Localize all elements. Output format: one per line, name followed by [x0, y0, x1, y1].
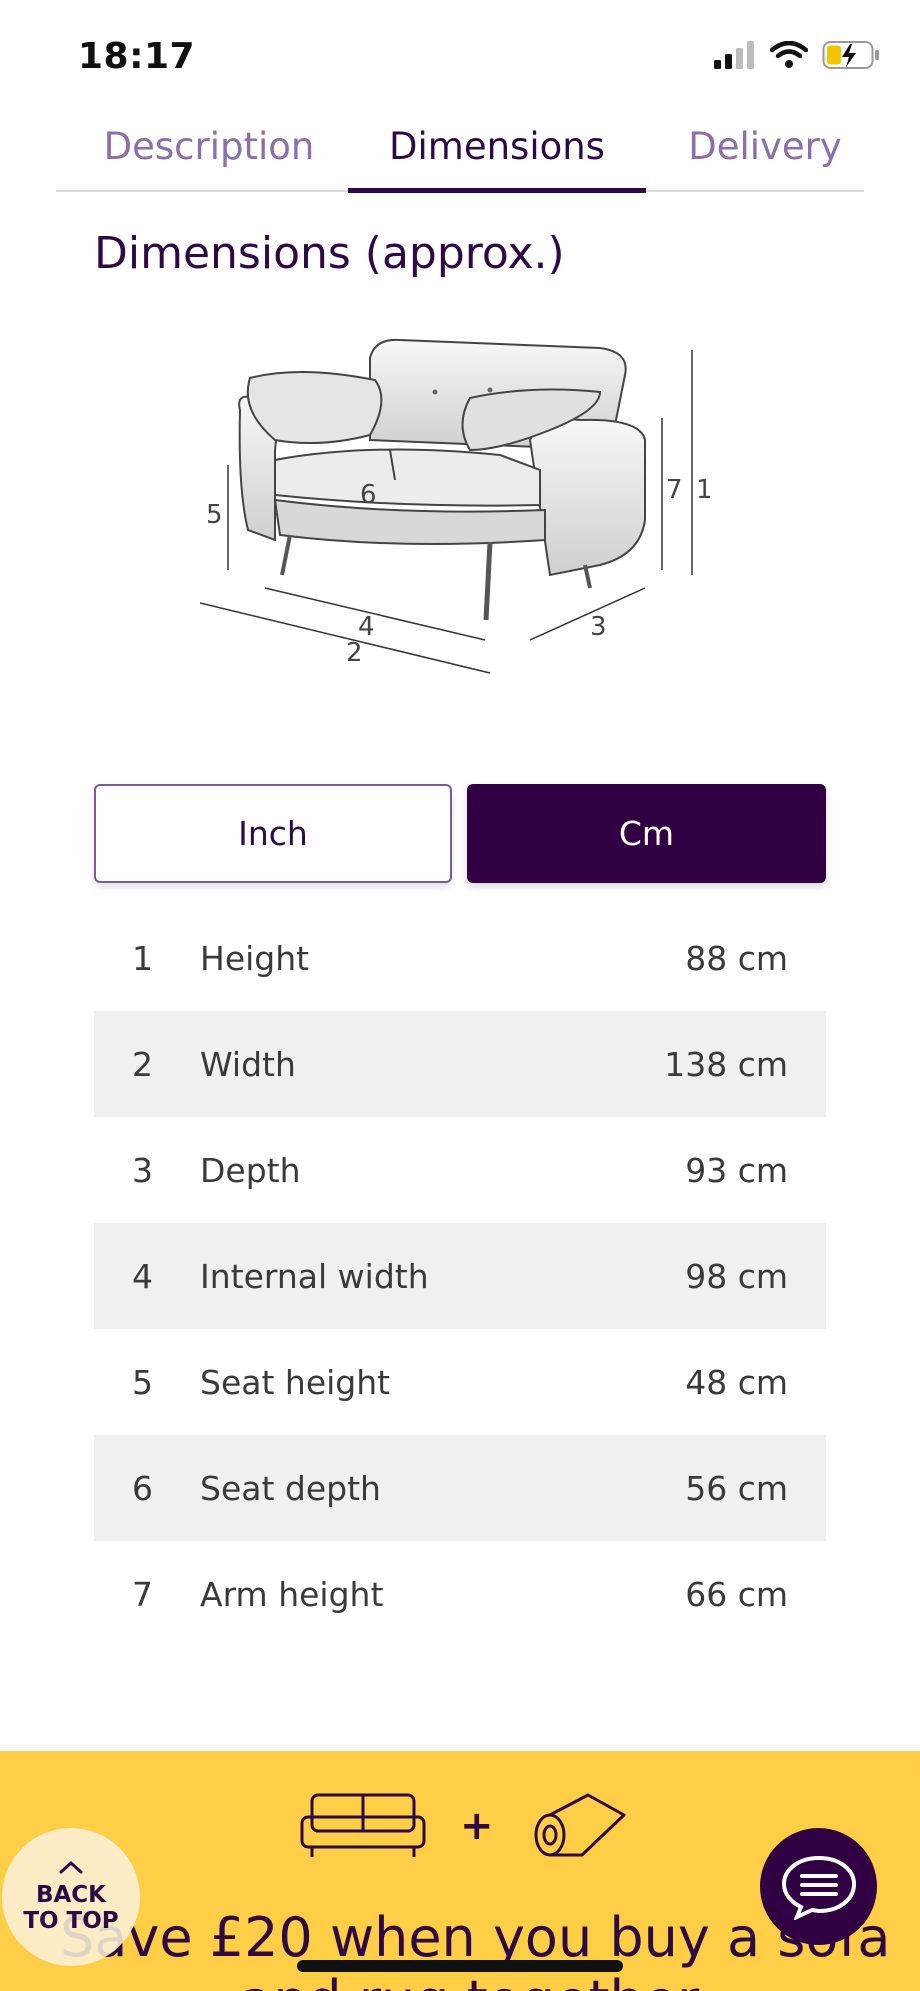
dimensions-table: 1 Height 88 cm 2 Width 138 cm 3 Depth 93… — [94, 905, 826, 1647]
dimension-value: 93 cm — [685, 1150, 788, 1190]
signal-icon — [714, 41, 754, 69]
dimension-number: 5 — [132, 1362, 153, 1402]
promo-plus: + — [460, 1803, 494, 1849]
battery-icon — [822, 41, 879, 69]
home-indicator — [297, 1960, 623, 1972]
dimension-value: 88 cm — [685, 938, 788, 978]
dimension-label: Internal width — [200, 1256, 429, 1296]
status-icons — [714, 40, 880, 70]
table-row: 5 Seat height 48 cm — [94, 1329, 826, 1435]
table-row: 7 Arm height 66 cm — [94, 1541, 826, 1647]
active-tab-indicator — [348, 188, 646, 193]
dimension-label: Arm height — [200, 1574, 384, 1614]
sofa-icon — [300, 1793, 426, 1857]
promo-text-line2: and rug together — [240, 1969, 699, 1991]
back-to-top-line2: TO TOP — [23, 1908, 119, 1934]
dimension-label: Width — [200, 1044, 296, 1084]
tab-bar: Description Dimensions Delivery — [56, 100, 864, 193]
dimension-value: 48 cm — [685, 1362, 788, 1402]
armchair-diagram: 5 6 7 1 4 2 3 — [199, 330, 720, 690]
dimension-value: 98 cm — [685, 1256, 788, 1296]
back-to-top-line1: BACK — [35, 1881, 107, 1908]
table-row: 3 Depth 93 cm — [94, 1117, 826, 1223]
dimension-value: 56 cm — [685, 1468, 788, 1508]
dimension-number: 1 — [132, 938, 153, 978]
back-to-top-button[interactable]: BACK TO TOP — [2, 1828, 140, 1966]
chat-icon — [781, 1855, 856, 1920]
tab-dimensions[interactable]: Dimensions — [348, 100, 646, 192]
wifi-icon — [770, 41, 808, 68]
cm-toggle-button[interactable]: Cm — [467, 784, 826, 883]
dimension-number: 3 — [132, 1150, 153, 1190]
status-time: 18:17 — [78, 36, 196, 77]
promo-icons: + — [300, 1791, 628, 1861]
dimension-value: 66 cm — [685, 1574, 788, 1614]
dimension-label: Depth — [200, 1150, 301, 1190]
table-row: 6 Seat depth 56 cm — [94, 1435, 826, 1541]
dimension-label: Height — [200, 938, 310, 978]
diagram-label-5: 5 — [206, 500, 223, 530]
diagram-label-7: 7 — [666, 475, 683, 505]
dimension-value: 138 cm — [664, 1044, 788, 1084]
dimension-number: 6 — [132, 1468, 153, 1508]
diagram-label-2: 2 — [346, 638, 363, 668]
chevron-up-icon — [59, 1860, 83, 1874]
dimension-number: 2 — [132, 1044, 153, 1084]
tab-delivery[interactable]: Delivery — [670, 100, 860, 192]
chat-button[interactable] — [760, 1828, 877, 1945]
dimension-number: 7 — [132, 1574, 153, 1614]
dimension-number: 4 — [132, 1256, 153, 1296]
inch-toggle-button[interactable]: Inch — [94, 784, 452, 883]
section-title: Dimensions (approx.) — [94, 228, 565, 279]
diagram-label-6: 6 — [360, 480, 377, 510]
table-row: 4 Internal width 98 cm — [94, 1223, 826, 1329]
diagram-label-3: 3 — [590, 612, 607, 642]
armchair-drawing — [199, 338, 693, 674]
status-bar: 18:17 — [0, 0, 920, 100]
table-row: 2 Width 138 cm — [94, 1011, 826, 1117]
dimension-label: Seat depth — [200, 1468, 381, 1508]
rug-icon — [534, 1793, 626, 1857]
tab-description[interactable]: Description — [94, 100, 324, 192]
dimension-label: Seat height — [200, 1362, 391, 1402]
table-row: 1 Height 88 cm — [94, 905, 826, 1011]
diagram-label-1: 1 — [696, 475, 713, 505]
